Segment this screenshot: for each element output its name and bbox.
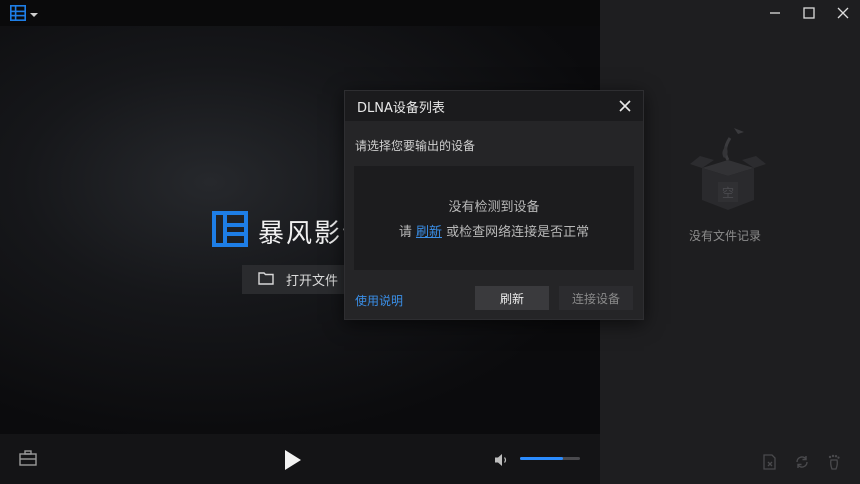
refresh-link[interactable]: 刷新 <box>416 225 442 240</box>
loop-icon[interactable] <box>794 454 810 470</box>
hint-prefix: 请 <box>398 225 416 240</box>
dlna-dialog: DLNA设备列表 请选择您要输出的设备 没有检测到设备 请 刷新 或检查网络连接… <box>344 90 644 320</box>
dialog-prompt: 请选择您要输出的设备 <box>355 139 476 153</box>
app-menu-button[interactable] <box>10 5 38 25</box>
dialog-title: DLNA设备列表 <box>357 100 445 116</box>
top-bar <box>0 0 600 26</box>
dialog-header: DLNA设备列表 <box>345 91 643 121</box>
app-logo-icon <box>10 5 26 25</box>
minimize-button[interactable] <box>758 0 792 26</box>
help-link[interactable]: 使用说明 <box>355 292 403 309</box>
window-controls <box>758 0 860 26</box>
footprint-icon[interactable] <box>826 454 842 470</box>
clear-list-icon[interactable] <box>762 454 778 470</box>
volume-slider-fill <box>520 457 564 460</box>
volume-icon[interactable] <box>494 452 510 471</box>
refresh-button[interactable]: 刷新 <box>475 286 549 310</box>
empty-box-icon: 空 <box>686 124 770 220</box>
window-close-button[interactable] <box>826 0 860 26</box>
empty-box-glyph: 空 <box>722 186 734 200</box>
toolbox-icon[interactable] <box>19 450 37 470</box>
play-icon[interactable] <box>284 449 302 475</box>
app-logo-icon <box>212 211 248 251</box>
network-hint: 请 刷新 或检查网络连接是否正常 <box>399 221 589 240</box>
hint-suffix: 或检查网络连接是否正常 <box>442 225 590 240</box>
connect-device-button[interactable]: 连接设备 <box>559 286 633 310</box>
chevron-down-icon <box>30 13 38 17</box>
device-list: 没有检测到设备 请 刷新 或检查网络连接是否正常 <box>354 166 634 270</box>
panel-footer <box>762 454 842 470</box>
folder-icon <box>258 270 274 289</box>
no-device-message: 没有检测到设备 <box>448 200 540 215</box>
volume-slider[interactable] <box>520 457 580 460</box>
open-file-label: 打开文件 <box>286 274 339 289</box>
control-bar <box>0 434 600 484</box>
close-icon[interactable] <box>619 100 631 112</box>
maximize-button[interactable] <box>792 0 826 26</box>
